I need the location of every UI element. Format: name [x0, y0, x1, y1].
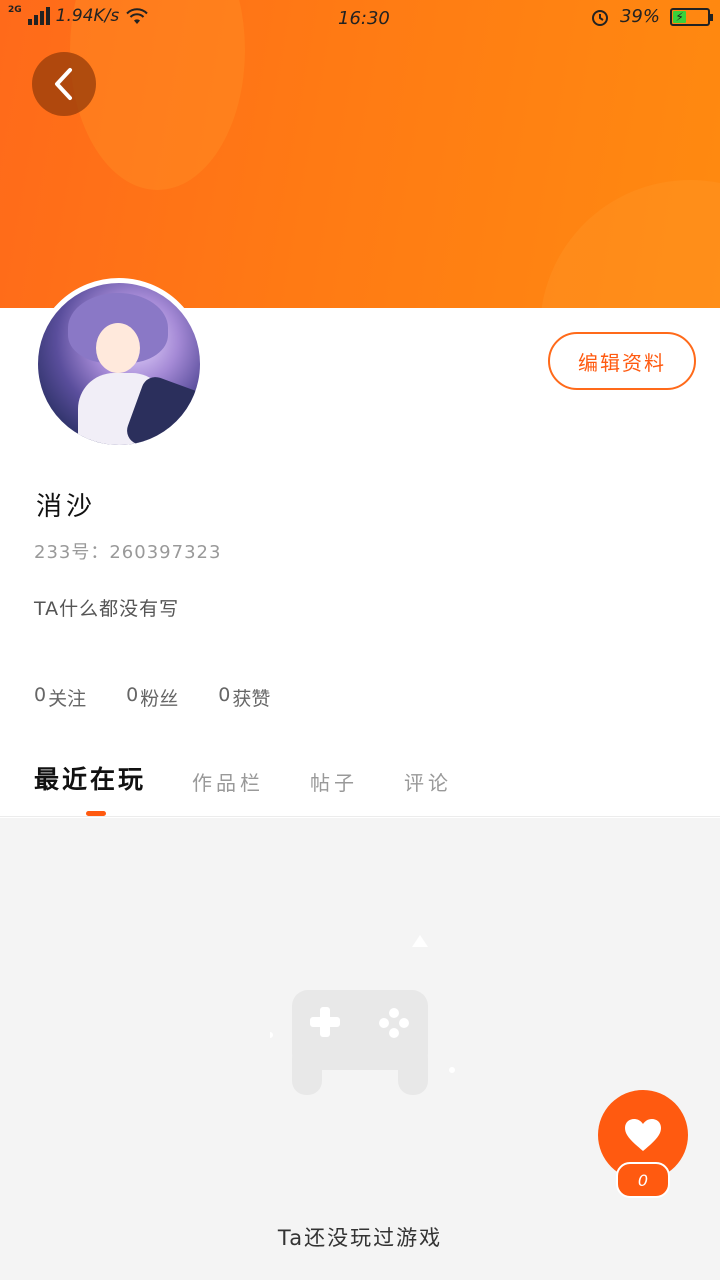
- edit-profile-button[interactable]: 编辑资料: [548, 332, 696, 390]
- tab-posts[interactable]: 帖子: [310, 767, 358, 796]
- tab-comments[interactable]: 评论: [404, 767, 452, 796]
- stats-row: 0 关注 0 粉丝 0 获赞: [34, 684, 270, 711]
- username: 消沙: [36, 492, 97, 522]
- clock: 16:30: [338, 8, 390, 29]
- heart-icon: [625, 1119, 661, 1151]
- divider: [0, 816, 720, 817]
- stat-followers[interactable]: 0 粉丝: [126, 684, 178, 711]
- wifi-icon: [126, 8, 148, 24]
- like-count-badge: 0: [616, 1162, 670, 1198]
- back-button[interactable]: [32, 52, 96, 116]
- profile-card: 编辑资料 消沙 233号：260397323 TA什么都没有写 0 关注 0 粉…: [0, 278, 720, 818]
- banner-decoration: [540, 180, 720, 308]
- tab-works[interactable]: 作品栏: [192, 767, 264, 796]
- header-banner: [0, 0, 720, 308]
- chevron-left-icon: [55, 68, 72, 100]
- signal-icon: [27, 7, 50, 25]
- status-bar: 2G 1.94K/s 16:30 39% ⚡: [0, 0, 720, 38]
- battery-icon: ⚡: [670, 7, 713, 26]
- network-type: 2G: [8, 5, 22, 15]
- network-speed: 1.94K/s: [55, 6, 120, 26]
- tab-bar: 最近在玩 作品栏 帖子 评论: [34, 756, 452, 796]
- stat-following[interactable]: 0 关注: [34, 684, 86, 711]
- stat-count: 0: [218, 684, 231, 706]
- empty-state-text: Ta还没玩过游戏: [277, 1226, 443, 1250]
- alarm-icon: [591, 9, 608, 26]
- tab-recently-played[interactable]: 最近在玩: [34, 760, 146, 796]
- battery-percent: 39%: [619, 6, 660, 27]
- stat-count: 0: [34, 684, 47, 706]
- stat-label: 粉丝: [140, 688, 179, 710]
- stat-count: 0: [126, 684, 139, 706]
- bio: TA什么都没有写: [34, 598, 180, 620]
- stat-label: 关注: [48, 688, 87, 710]
- stat-label: 获赞: [232, 688, 271, 710]
- avatar[interactable]: [33, 278, 205, 450]
- stat-likes[interactable]: 0 获赞: [218, 684, 270, 711]
- gamepad-icon: [270, 935, 455, 1095]
- user-id: 233号：260397323: [34, 542, 222, 563]
